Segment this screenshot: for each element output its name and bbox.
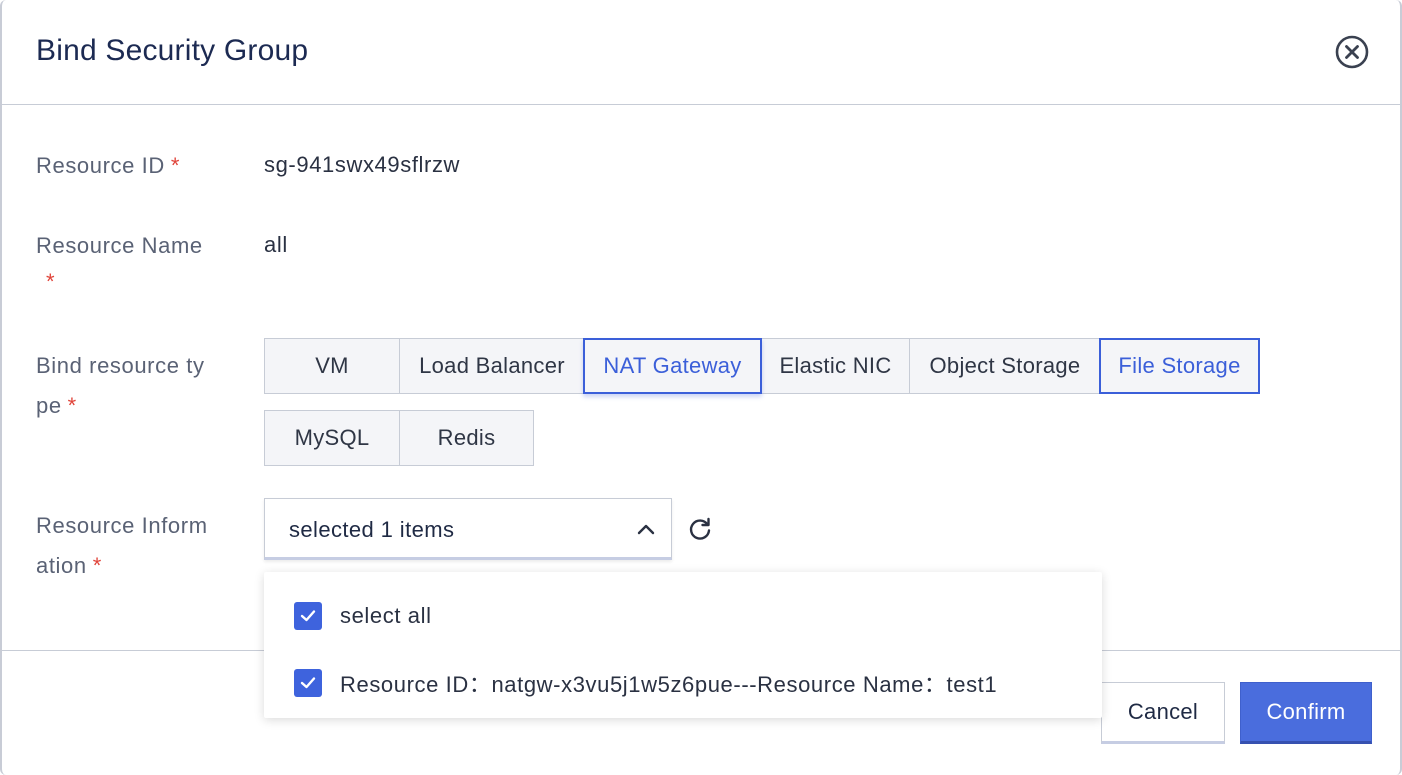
resource-information-select[interactable]: selected 1 items xyxy=(264,498,672,560)
checkbox-checked-icon[interactable] xyxy=(294,602,322,630)
bind-resource-type-label-line2: pe xyxy=(36,393,62,418)
type-option-file-storage[interactable]: File Storage xyxy=(1099,338,1260,394)
bind-resource-type-label-line1: Bind resource ty xyxy=(36,353,205,378)
resource-information-label-line2: ation xyxy=(36,553,87,578)
type-option-mysql[interactable]: MySQL xyxy=(264,410,400,466)
bind-resource-type-label: Bind resource ty pe * xyxy=(36,346,236,426)
type-option-load-balancer[interactable]: Load Balancer xyxy=(399,338,585,394)
resource-information-label: Resource Inform ation * xyxy=(36,506,236,586)
required-mark: * xyxy=(170,153,181,178)
confirm-button[interactable]: Confirm xyxy=(1240,682,1372,744)
option-label: select all xyxy=(340,603,432,628)
required-mark: * xyxy=(92,553,102,578)
resource-name-label: Resource Name * xyxy=(36,226,236,302)
type-option-object-storage[interactable]: Object Storage xyxy=(909,338,1101,394)
option-nat-gateway-resource[interactable]: Resource ID：natgw-x3vu5j1w5z6pue---Resou… xyxy=(294,668,997,698)
type-option-redis[interactable]: Redis xyxy=(399,410,534,466)
type-option-elastic-nic[interactable]: Elastic NIC xyxy=(760,338,911,394)
resource-id-label-text: Resource ID xyxy=(36,153,165,178)
refresh-icon[interactable] xyxy=(686,515,714,543)
resource-information-label-line1: Resource Inform xyxy=(36,513,208,538)
resource-name-label-text: Resource Name xyxy=(36,233,203,258)
dialog-title: Bind Security Group xyxy=(36,34,309,67)
type-option-nat-gateway[interactable]: NAT Gateway xyxy=(583,338,762,394)
required-mark: * xyxy=(46,269,56,294)
type-option-vm[interactable]: VM xyxy=(264,338,400,394)
dialog-header: Bind Security Group xyxy=(2,0,1400,105)
resource-dropdown-panel: select all Resource ID：natgw-x3vu5j1w5z6… xyxy=(264,572,1102,718)
resource-id-value: sg-941swx49sflrzw xyxy=(264,152,461,177)
resource-id-label: Resource ID * xyxy=(36,146,236,186)
option-label: Resource ID：natgw-x3vu5j1w5z6pue---Resou… xyxy=(340,672,998,697)
select-display-text: selected 1 items xyxy=(289,517,455,542)
close-icon[interactable] xyxy=(1334,34,1370,70)
resource-name-value: all xyxy=(264,232,288,257)
bind-security-group-dialog: Bind Security Group Resource ID * sg-941s… xyxy=(0,0,1402,775)
cancel-button[interactable]: Cancel xyxy=(1101,682,1225,744)
required-mark: * xyxy=(67,393,77,418)
option-select-all[interactable]: select all xyxy=(294,601,432,631)
chevron-up-icon xyxy=(635,519,657,539)
checkbox-checked-icon[interactable] xyxy=(294,669,322,697)
